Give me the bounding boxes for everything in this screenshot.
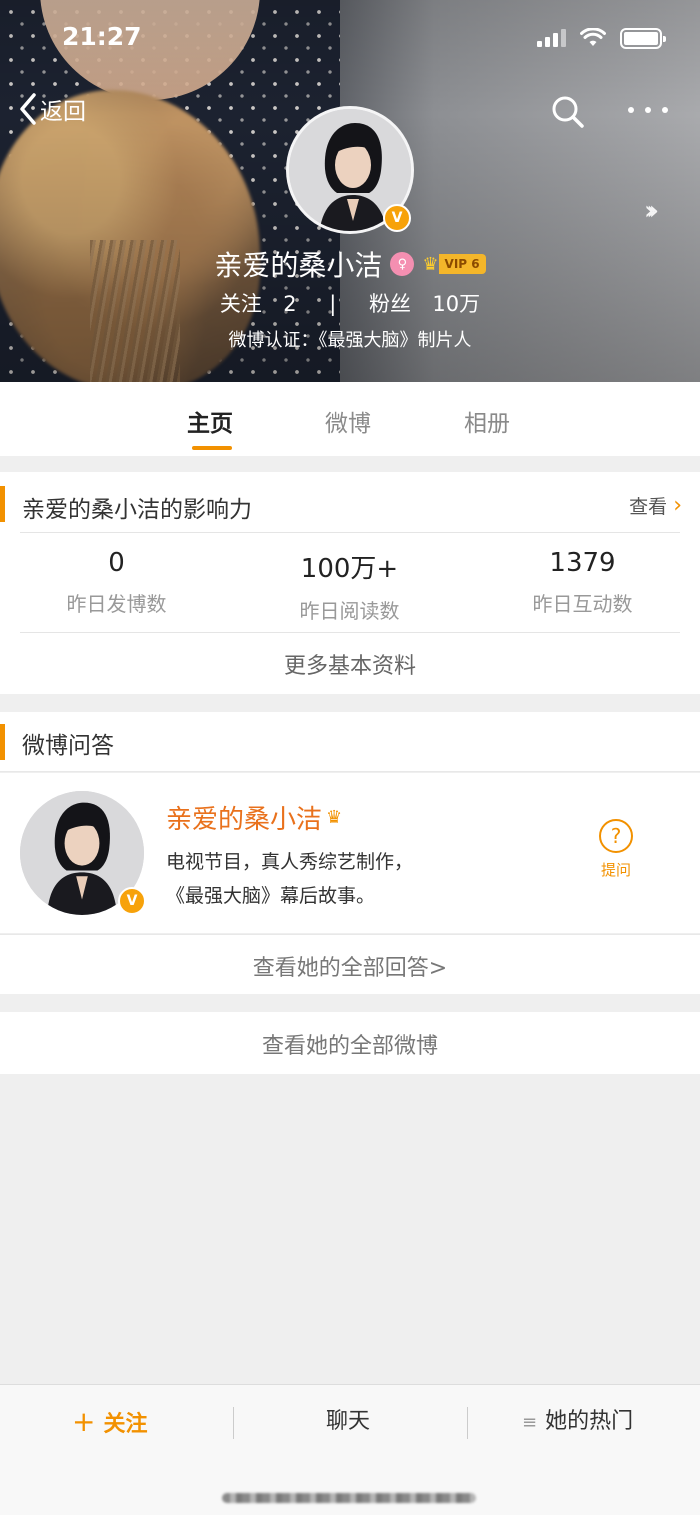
stat-value: 0 bbox=[108, 548, 125, 578]
all-weibo-card[interactable]: 查看她的全部微博 bbox=[0, 1012, 700, 1074]
status-icons bbox=[537, 26, 666, 50]
vip-label: VIP 6 bbox=[438, 254, 486, 274]
qa-header: 微博问答 bbox=[0, 712, 700, 772]
influence-card: 亲爱的桑小洁的影响力 查看 › 0 昨日发博数 100万+ 昨日阅读数 1379… bbox=[0, 472, 700, 694]
influence-view-link[interactable]: 查看 › bbox=[629, 492, 682, 519]
qa-title: 微博问答 bbox=[22, 733, 114, 759]
plus-icon: + bbox=[72, 1405, 96, 1438]
influence-title: 亲爱的桑小洁的影响力 bbox=[22, 497, 252, 523]
all-weibo-link[interactable]: 查看她的全部微博 bbox=[0, 1028, 700, 1060]
profile-header: 21:27 返回 ››› V 亲爱的桑小洁 ♀ ♛ VIP 6 关注 2 | 粉… bbox=[0, 0, 700, 382]
back-chevron-icon bbox=[20, 93, 36, 125]
follow-link[interactable]: 关注 2 bbox=[216, 292, 301, 316]
stat-label: 昨日互动数 bbox=[532, 592, 633, 616]
chat-button[interactable]: 聊天 bbox=[326, 1405, 370, 1439]
divider bbox=[20, 532, 680, 533]
signal-icon bbox=[537, 29, 566, 47]
tab-active-indicator bbox=[192, 446, 232, 450]
more-info-link[interactable]: 更多基本资料 bbox=[0, 648, 700, 680]
menu-icon: ≡ bbox=[522, 1412, 538, 1433]
profile-tabs: 主页 微博 相册 bbox=[0, 382, 700, 456]
tab-home[interactable]: 主页 bbox=[187, 404, 233, 438]
expand-icon[interactable]: ››› bbox=[644, 196, 659, 226]
search-icon[interactable] bbox=[550, 94, 586, 130]
vip-crown-icon: ♛ bbox=[422, 253, 439, 275]
qa-description: 电视节目，真人秀综艺制作， 《最强大脑》幕后故事。 bbox=[166, 845, 413, 913]
chevron-right-icon: › bbox=[673, 493, 682, 518]
fans-count: 10万 bbox=[432, 292, 481, 316]
status-time: 21:27 bbox=[62, 22, 142, 51]
stat-label: 昨日发博数 bbox=[66, 592, 167, 616]
stat-interactions: 1379 昨日互动数 bbox=[466, 548, 699, 617]
hot-button-label: 她的热门 bbox=[545, 1409, 634, 1434]
female-icon: ♀ bbox=[390, 252, 415, 276]
stat-value: 1379 bbox=[549, 548, 616, 578]
back-label: 返回 bbox=[40, 99, 86, 125]
qa-profile[interactable]: V 亲爱的桑小洁 ♛ 电视节目，真人秀综艺制作， 《最强大脑》幕后故事。 ? 提… bbox=[0, 773, 700, 933]
follow-button-label: 关注 bbox=[103, 1412, 148, 1437]
question-icon: ? bbox=[599, 819, 633, 853]
verification-text: 微博认证：《最强大脑》制片人 bbox=[228, 330, 472, 351]
all-answers-link[interactable]: 查看她的全部回答> bbox=[0, 950, 700, 982]
ask-label: 提问 bbox=[600, 861, 631, 879]
battery-icon bbox=[620, 27, 666, 49]
vip-badge[interactable]: ♛ VIP 6 bbox=[422, 253, 486, 275]
fans-link[interactable]: 粉丝 10万 bbox=[365, 292, 484, 316]
follow-label: 关注 bbox=[219, 292, 262, 316]
stat-reads: 100万+ 昨日阅读数 bbox=[233, 548, 466, 624]
wifi-icon bbox=[580, 28, 606, 46]
qa-all-answers[interactable]: 查看她的全部回答> bbox=[0, 934, 700, 994]
follow-stats: 关注 2 | 粉丝 10万 bbox=[0, 288, 700, 318]
section-marker bbox=[0, 724, 5, 760]
home-indicator[interactable] bbox=[222, 1493, 476, 1503]
tab-weibo[interactable]: 微博 bbox=[325, 404, 371, 438]
fans-label: 粉丝 bbox=[369, 292, 412, 316]
more-icon[interactable] bbox=[628, 100, 668, 120]
bar-divider bbox=[467, 1407, 468, 1439]
tab-album[interactable]: 相册 bbox=[464, 404, 510, 438]
stats-separator: | bbox=[329, 292, 337, 316]
qa-desc-line1: 电视节目，真人秀综艺制作， bbox=[166, 851, 414, 873]
section-marker bbox=[0, 486, 5, 522]
divider bbox=[20, 632, 680, 633]
back-button[interactable]: 返回 bbox=[18, 92, 86, 126]
vip-crown-icon: ♛ bbox=[326, 807, 343, 828]
view-label: 查看 bbox=[629, 496, 668, 518]
profile-name: 亲爱的桑小洁 bbox=[214, 249, 383, 282]
qa-name: 亲爱的桑小洁 bbox=[166, 805, 323, 835]
ask-button[interactable]: ? 提问 bbox=[596, 819, 636, 880]
qa-desc-line2: 《最强大脑》幕后故事。 bbox=[166, 885, 376, 907]
stat-posts: 0 昨日发博数 bbox=[0, 548, 233, 617]
hot-button[interactable]: ≡ 她的热门 bbox=[522, 1405, 633, 1439]
bottom-action-bar: + 关注 聊天 ≡ 她的热门 bbox=[0, 1384, 700, 1515]
follow-button[interactable]: + 关注 bbox=[72, 1405, 147, 1439]
follow-count: 2 bbox=[283, 292, 297, 316]
stat-value: 100万+ bbox=[300, 554, 399, 584]
stat-label: 昨日阅读数 bbox=[299, 599, 400, 623]
verified-icon: V bbox=[383, 204, 411, 232]
profile-name-row: 亲爱的桑小洁 ♀ ♛ VIP 6 bbox=[0, 244, 700, 284]
verified-icon: V bbox=[118, 887, 146, 915]
qa-name-row[interactable]: 亲爱的桑小洁 ♛ bbox=[166, 799, 342, 836]
bar-divider bbox=[233, 1407, 234, 1439]
